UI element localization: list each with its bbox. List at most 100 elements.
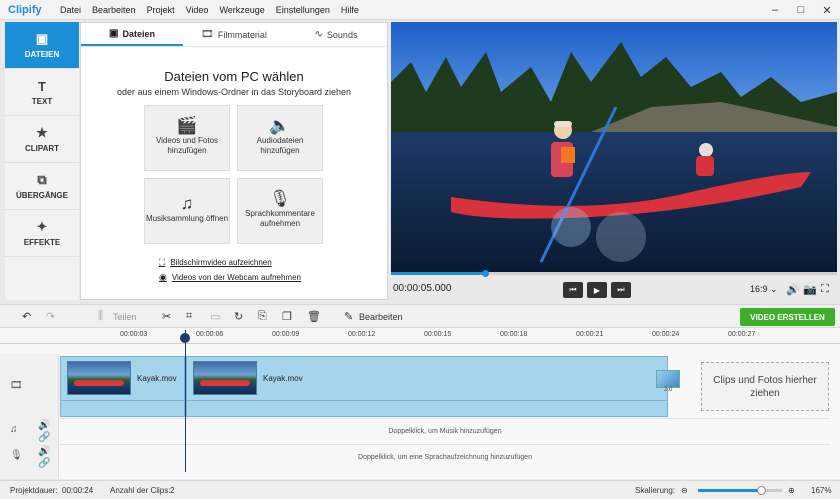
split-icon[interactable]: ⫼ bbox=[98, 310, 103, 323]
timeline-ruler[interactable]: 00:00:03 00:00:06 00:00:09 00:00:12 00:0… bbox=[0, 328, 840, 344]
play-button[interactable]: ▶ bbox=[587, 282, 607, 298]
voice-track[interactable]: Doppelklick, um eine Sprachaufzeichnung … bbox=[60, 444, 830, 469]
volume-icon[interactable]: 🔊 bbox=[38, 446, 50, 457]
ruler-tick: 00:00:27 bbox=[728, 331, 756, 338]
export-frame-icon[interactable]: ⎘ bbox=[258, 310, 267, 323]
playhead-handle[interactable] bbox=[180, 333, 190, 343]
volume-icon[interactable]: 🔊 bbox=[786, 283, 800, 296]
crop-icon[interactable]: ⌗ bbox=[186, 310, 192, 323]
menu-einstellungen[interactable]: Einstellungen bbox=[276, 5, 330, 15]
clip-audio-track[interactable] bbox=[60, 400, 185, 417]
ruler-tick: 00:00:18 bbox=[500, 331, 528, 338]
edit-icon[interactable]: ✎ bbox=[344, 310, 353, 323]
tab-label: Dateien bbox=[122, 28, 155, 39]
preview-frame bbox=[391, 22, 837, 272]
music-track[interactable]: Doppelklick, um Musik hinzuzufügen bbox=[60, 418, 830, 443]
tab-dateien[interactable]: ▣ Dateien bbox=[81, 23, 183, 46]
image-icon: ▣ bbox=[109, 28, 119, 39]
image-icon: ▣ bbox=[35, 31, 49, 46]
magic-wand-icon: ✦ bbox=[36, 219, 48, 234]
ruler-tick: 00:00:15 bbox=[424, 331, 452, 338]
zoom-handle[interactable] bbox=[757, 486, 766, 495]
screen-record-link[interactable]: ⛶ Bildschirmvideo aufzeichnen bbox=[159, 257, 272, 268]
zoom-slider[interactable] bbox=[698, 486, 782, 495]
music-collection-button[interactable]: ♫ Musiksammlung öffnen bbox=[144, 178, 230, 244]
maximize-button[interactable]: □ bbox=[788, 0, 814, 20]
scale-label: Skalierung: bbox=[635, 486, 676, 495]
playhead[interactable] bbox=[185, 330, 186, 472]
zoom-out-icon[interactable]: ⊖ bbox=[681, 486, 688, 495]
minimize-button[interactable]: – bbox=[762, 0, 788, 20]
clip-name: Kayak.mov bbox=[263, 374, 303, 383]
tab-sounds[interactable]: ∿ Sounds bbox=[285, 23, 387, 46]
split-button[interactable]: Teilen bbox=[113, 312, 137, 322]
tab-label: Sounds bbox=[326, 29, 358, 40]
clip-audio-track[interactable] bbox=[186, 400, 668, 417]
transition-icon[interactable] bbox=[656, 370, 680, 388]
ruler-tick: 00:00:21 bbox=[576, 331, 604, 338]
editing-toolbar: ↶ ↷ ⫼ Teilen ✂ ⌗ ▭ ↻ ⎘ ❐ 🗑 ✎ Bearbeiten … bbox=[0, 304, 840, 328]
next-button[interactable]: ⏭ bbox=[611, 282, 631, 298]
add-videos-photos-button[interactable]: 🎬 Videos und Fotos hinzufügen bbox=[144, 105, 230, 171]
transition-icon: ⧉ bbox=[37, 172, 47, 187]
scissors-icon[interactable]: ✂ bbox=[162, 310, 171, 323]
files-panel: ▣ Dateien 🎞 Filmmaterial ∿ Sounds Dateie… bbox=[80, 22, 388, 300]
playback-progress[interactable] bbox=[391, 270, 837, 277]
previous-button[interactable]: ⏮ bbox=[563, 282, 583, 298]
menu-projekt[interactable]: Projekt bbox=[147, 5, 175, 15]
create-video-button[interactable]: VIDEO ERSTELLEN bbox=[740, 308, 835, 326]
clips-count-label: Anzahl der Clips: bbox=[110, 486, 171, 495]
add-audio-button[interactable]: 🔈 Audiodateien hinzufügen bbox=[237, 105, 323, 171]
video-preview[interactable] bbox=[391, 22, 837, 272]
fullscreen-icon[interactable]: ⛶ bbox=[821, 283, 829, 296]
link-label: Bildschirmvideo aufzeichnen bbox=[170, 258, 272, 267]
camera-icon[interactable]: 📷 bbox=[803, 283, 817, 296]
record-voice-button[interactable]: 🎙 Sprachkommentare aufnehmen bbox=[237, 178, 323, 244]
sidebar-item-label: ÜBERGÄNGE bbox=[15, 191, 68, 200]
clip-drop-zone[interactable]: Clips und Fotos hierher ziehen bbox=[701, 362, 829, 411]
status-bar: Projektdauer: 00:00:24 Anzahl der Clips:… bbox=[0, 480, 840, 499]
progress-fill bbox=[391, 272, 485, 275]
volume-icon[interactable]: 🔊 bbox=[38, 420, 50, 431]
video-track-icon: 🎞 bbox=[10, 380, 23, 391]
close-button[interactable]: ✕ bbox=[814, 0, 840, 20]
undo-icon[interactable]: ↶ bbox=[22, 310, 31, 323]
link-icon[interactable]: 🔗 bbox=[38, 432, 50, 443]
edit-button[interactable]: Bearbeiten bbox=[359, 312, 403, 322]
rotate-icon[interactable]: ↻ bbox=[234, 310, 243, 323]
sidebar-item-label: EFFEKTE bbox=[23, 238, 61, 247]
zoom-value: 167% bbox=[811, 486, 832, 495]
sidebar-item-label: TEXT bbox=[31, 96, 53, 106]
menu-werkzeuge[interactable]: Werkzeuge bbox=[219, 5, 264, 15]
duration-label: Projektdauer: bbox=[10, 486, 58, 495]
sidebar-item-dateien[interactable]: ▣ DATEIEN bbox=[5, 22, 79, 69]
sidebar: ▣ DATEIEN T TEXT ★ CLIPART ⧉ ÜBERGÄNGE ✦… bbox=[5, 22, 79, 300]
screen-capture-icon: ⛶ bbox=[159, 257, 166, 267]
sidebar-item-clipart[interactable]: ★ CLIPART bbox=[5, 116, 79, 163]
timeline: 🎞 ♫ 🔊 🔗 🎙 🔊 🔗 Kayak.mov Kayak.mov 2.0 Cl… bbox=[0, 344, 840, 479]
ruler-tick: 00:00:09 bbox=[272, 331, 300, 338]
audio-file-icon: 🔈 bbox=[269, 115, 291, 135]
progress-handle[interactable] bbox=[481, 270, 489, 277]
menu-bearbeiten[interactable]: Bearbeiten bbox=[92, 5, 136, 15]
menu-video[interactable]: Video bbox=[186, 5, 209, 15]
aspect-ratio-select[interactable]: 16:9 ⌄ bbox=[750, 284, 778, 295]
zoom-in-icon[interactable]: ⊕ bbox=[788, 486, 795, 495]
sidebar-item-effekte[interactable]: ✦ EFFEKTE bbox=[5, 210, 79, 257]
menu-datei[interactable]: Datei bbox=[60, 5, 81, 15]
delete-icon[interactable]: 🗑 bbox=[307, 310, 321, 323]
link-icon[interactable]: 🔗 bbox=[38, 458, 50, 469]
tile-label: Audiodateien hinzufügen bbox=[256, 135, 304, 155]
timecode: 00:00:05.000 bbox=[393, 283, 452, 294]
tile-label: Sprachkommentare aufnehmen bbox=[245, 208, 315, 228]
sidebar-item-text[interactable]: T TEXT bbox=[5, 69, 79, 116]
tab-filmmaterial[interactable]: 🎞 Filmmaterial bbox=[183, 23, 285, 46]
ruler-tick: 00:00:24 bbox=[652, 331, 680, 338]
copy-icon[interactable]: ❐ bbox=[282, 310, 292, 323]
redo-icon[interactable]: ↷ bbox=[46, 310, 55, 323]
menu-hilfe[interactable]: Hilfe bbox=[341, 5, 359, 15]
frame-icon[interactable]: ▭ bbox=[210, 310, 220, 323]
panel-tabs: ▣ Dateien 🎞 Filmmaterial ∿ Sounds bbox=[81, 23, 387, 47]
webcam-record-link[interactable]: ◉ Videos von der Webcam aufnehmen bbox=[159, 272, 301, 283]
sidebar-item-uebergaenge[interactable]: ⧉ ÜBERGÄNGE bbox=[5, 163, 79, 210]
